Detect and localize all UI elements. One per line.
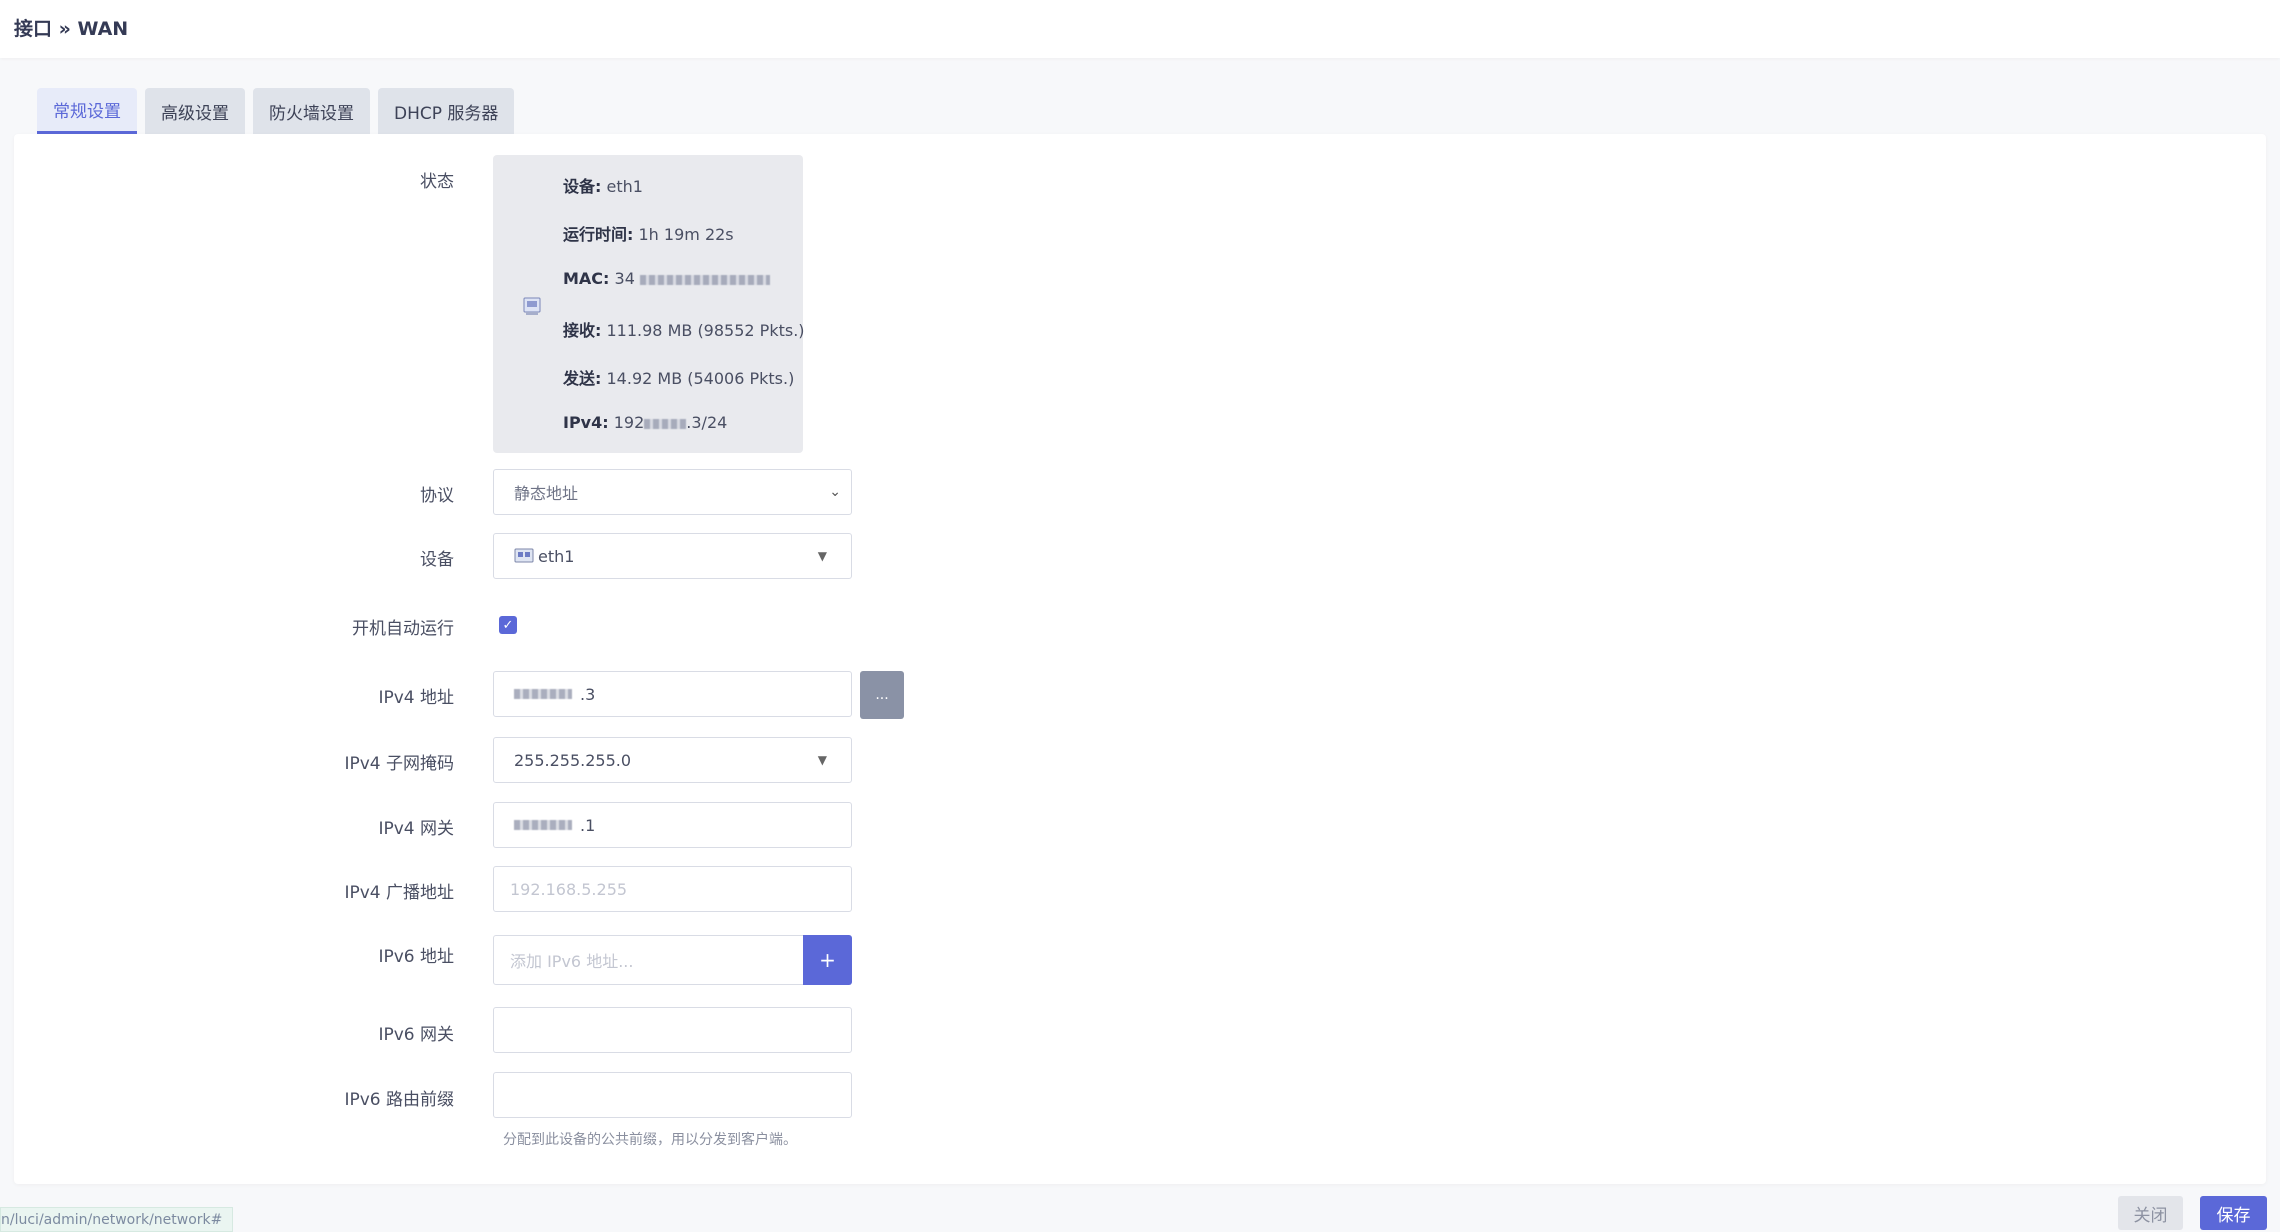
ipv6-prefix-label: IPv6 路由前缀 <box>344 1090 454 1110</box>
status-ipv4-suffix: .3/24 <box>686 413 728 432</box>
page-title: 接口 » WAN <box>14 18 129 40</box>
status-rx-value: 111.98 MB (98552 Pkts.) <box>606 321 805 340</box>
tab-bar: 常规设置 高级设置 防火墙设置 DHCP 服务器 <box>37 88 515 134</box>
ipv6-prefix-hint: 分配到此设备的公共前缀，用以分发到客户端。 <box>503 1132 797 1148</box>
ipv6-prefix-input[interactable] <box>493 1072 852 1118</box>
status-tx-value: 14.92 MB (54006 Pkts.) <box>606 369 795 388</box>
status-mac: MAC: 34 <box>563 269 770 288</box>
redacted-ipv4 <box>644 418 687 429</box>
ipv4-address-label: IPv4 地址 <box>378 688 454 708</box>
autostart-label: 开机自动运行 <box>352 619 454 639</box>
ipv4-gateway-suffix: .1 <box>580 815 596 835</box>
protocol-select[interactable]: 静态地址 ⌄ <box>493 469 852 515</box>
status-label: 状态 <box>420 172 454 192</box>
settings-panel <box>14 134 2266 1184</box>
status-url-bar: n/luci/admin/network/network# <box>0 1207 234 1232</box>
status-ipv4: IPv4: 192 .3/24 <box>563 413 727 432</box>
save-button[interactable]: 保存 <box>2200 1196 2267 1230</box>
ethernet-port-icon <box>523 297 541 315</box>
tab-advanced[interactable]: 高级设置 <box>145 88 245 134</box>
status-uptime-key: 运行时间: <box>563 225 634 244</box>
ipv6-address-placeholder: 添加 IPv6 地址... <box>510 952 634 971</box>
redacted-ipv4-gateway <box>514 820 572 830</box>
status-tx: 发送: 14.92 MB (54006 Pkts.) <box>563 365 794 389</box>
protocol-label: 协议 <box>420 486 454 506</box>
ipv4-netmask-dropdown[interactable]: 255.255.255.0 ▼ <box>493 737 852 783</box>
ipv6-address-label: IPv6 地址 <box>378 947 454 967</box>
status-card: 设备: eth1 运行时间: 1h 19m 22s MAC: 34 接收: 11… <box>493 155 805 453</box>
tab-general[interactable]: 常规设置 <box>37 88 137 134</box>
status-ipv4-prefix: 192 <box>613 413 645 432</box>
ipv4-address-suffix: .3 <box>580 684 596 704</box>
device-label: 设备 <box>420 550 454 570</box>
top-bar: 接口 » WAN <box>0 0 2280 58</box>
ipv6-gateway-label: IPv6 网关 <box>378 1025 454 1045</box>
status-uptime: 运行时间: 1h 19m 22s <box>563 221 734 245</box>
ipv4-address-input[interactable]: .3 <box>493 671 852 717</box>
caret-down-icon: ▼ <box>817 549 827 563</box>
check-icon: ✓ <box>502 617 514 633</box>
ipv4-netmask-label: IPv4 子网掩码 <box>344 754 454 774</box>
ipv4-broadcast-input[interactable]: 192.168.5.255 <box>493 866 852 912</box>
ipv4-address-more-button[interactable]: ... <box>860 671 904 719</box>
caret-down-icon: ▼ <box>817 753 827 767</box>
ipv6-gateway-input[interactable] <box>493 1007 852 1053</box>
close-button[interactable]: 关闭 <box>2118 1196 2183 1230</box>
ipv6-address-input[interactable]: 添加 IPv6 地址... <box>493 935 804 985</box>
status-device: 设备: eth1 <box>563 173 643 197</box>
redacted-mac <box>640 274 770 285</box>
protocol-value: 静态地址 <box>514 484 579 503</box>
status-device-value: eth1 <box>606 177 643 196</box>
status-mac-value: 34 <box>614 269 635 288</box>
tab-dhcp[interactable]: DHCP 服务器 <box>378 88 515 134</box>
status-ipv4-key: IPv4: <box>563 413 609 432</box>
status-rx: 接收: 111.98 MB (98552 Pkts.) <box>563 317 805 341</box>
ipv4-gateway-label: IPv4 网关 <box>378 819 454 839</box>
add-ipv6-address-button[interactable]: + <box>803 935 852 985</box>
status-tx-key: 发送: <box>563 369 602 388</box>
ethernet-port-icon <box>514 548 534 563</box>
tab-firewall[interactable]: 防火墙设置 <box>253 88 370 134</box>
status-device-key: 设备: <box>563 177 602 196</box>
device-value: eth1 <box>538 546 575 566</box>
redacted-ipv4-address <box>514 689 572 699</box>
autostart-checkbox[interactable]: ✓ <box>499 616 517 634</box>
status-mac-key: MAC: <box>563 269 610 288</box>
ipv4-broadcast-label: IPv4 广播地址 <box>344 883 454 903</box>
status-rx-key: 接收: <box>563 321 602 340</box>
netmask-value: 255.255.255.0 <box>514 750 632 770</box>
chevron-down-icon: ⌄ <box>829 484 841 500</box>
ipv4-gateway-input[interactable]: .1 <box>493 802 852 848</box>
status-uptime-value: 1h 19m 22s <box>638 225 734 244</box>
ipv4-broadcast-placeholder: 192.168.5.255 <box>510 879 628 899</box>
device-dropdown[interactable]: eth1 ▼ <box>493 533 852 579</box>
